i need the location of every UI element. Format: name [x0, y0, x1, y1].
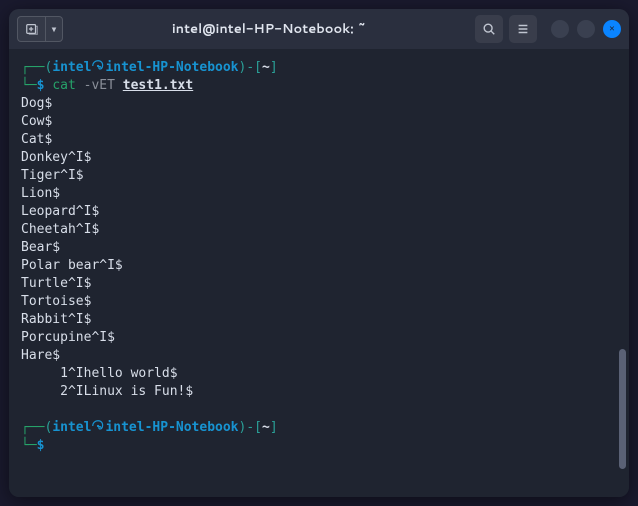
output-line: Dog$ [21, 95, 617, 113]
output-line: Hare$ [21, 347, 617, 365]
prompt-line-1-top: ┌──(intelintel-HP-Notebook)-[~] [21, 59, 617, 77]
hamburger-icon [516, 22, 530, 36]
search-icon [482, 22, 496, 36]
output-line: Rabbit^I$ [21, 311, 617, 329]
search-button[interactable] [475, 15, 503, 43]
prompt-line-2-top: ┌──(intelintel-HP-Notebook)-[~] [21, 419, 617, 437]
output-line: Porcupine^I$ [21, 329, 617, 347]
tab-button-group: ▾ [17, 16, 63, 42]
output-line: Cheetah^I$ [21, 221, 617, 239]
output-line: Cat$ [21, 131, 617, 149]
close-button[interactable]: ✕ [603, 20, 621, 38]
output-line: Tiger^I$ [21, 167, 617, 185]
output-line: Bear$ [21, 239, 617, 257]
titlebar: ▾ intel@intel-HP-Notebook: ~ ✕ [9, 9, 629, 49]
menu-button[interactable] [509, 15, 537, 43]
maximize-button[interactable] [577, 20, 595, 38]
output-line: 2^ILinux is Fun!$ [21, 383, 617, 401]
output-line: Lion$ [21, 185, 617, 203]
terminal-window: ▾ intel@intel-HP-Notebook: ~ ✕ ┌── [9, 9, 629, 497]
prompt-line-1-bottom: └─$ cat -vET test1.txt [21, 77, 617, 95]
kali-icon [91, 419, 105, 433]
new-tab-icon [25, 22, 39, 36]
kali-icon [91, 59, 105, 73]
output-line: Donkey^I$ [21, 149, 617, 167]
blank-line [21, 401, 617, 419]
close-icon: ✕ [609, 24, 614, 34]
output-line: Cow$ [21, 113, 617, 131]
minimize-button[interactable] [551, 20, 569, 38]
output-line: Leopard^I$ [21, 203, 617, 221]
chevron-down-icon: ▾ [50, 22, 57, 36]
new-tab-button[interactable] [17, 16, 45, 42]
output-line: Polar bear^I$ [21, 257, 617, 275]
output-block: Dog$Cow$Cat$Donkey^I$Tiger^I$Lion$Leopar… [21, 95, 617, 401]
window-title: intel@intel-HP-Notebook: ~ [69, 20, 469, 38]
tab-dropdown-button[interactable]: ▾ [45, 16, 63, 42]
prompt-line-2-bottom: └─$ [21, 437, 617, 455]
terminal-body[interactable]: ┌──(intelintel-HP-Notebook)-[~] └─$ cat … [9, 49, 629, 497]
scrollbar-thumb[interactable] [619, 349, 626, 469]
output-line: 1^Ihello world$ [21, 365, 617, 383]
output-line: Tortoise$ [21, 293, 617, 311]
window-controls: ✕ [551, 20, 621, 38]
output-line: Turtle^I$ [21, 275, 617, 293]
